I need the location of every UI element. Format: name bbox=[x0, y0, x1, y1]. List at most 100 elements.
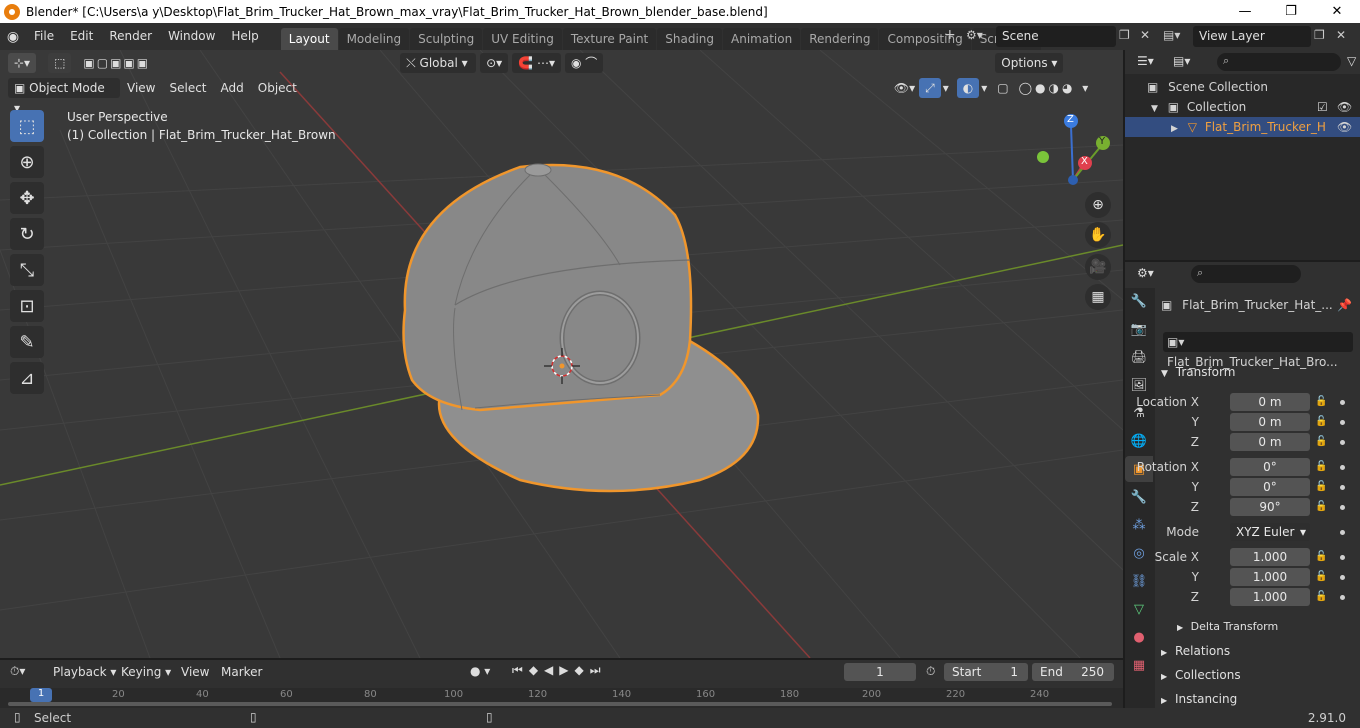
scale-z-field[interactable]: 1.000 bbox=[1230, 588, 1310, 606]
object-mode-select[interactable]: ▣ Object Mode ▾ bbox=[8, 78, 120, 115]
selection-mode-icons[interactable]: ▣▢▣▣▣ bbox=[83, 56, 150, 70]
tab-modeling[interactable]: Modeling bbox=[338, 28, 410, 50]
select-box-tool-icon[interactable]: ⬚ bbox=[48, 53, 72, 73]
outliner-item-collection[interactable]: ▼ ▣ Collection ☑ 👁 bbox=[1125, 97, 1360, 117]
tab-sculpting[interactable]: Sculpting bbox=[410, 28, 483, 50]
keyframe-dot[interactable] bbox=[1340, 530, 1345, 535]
data-block-field[interactable]: ▣▾ Flat_Brim_Trucker_Hat_Bro... bbox=[1163, 332, 1353, 369]
outliner-item-scene-collection[interactable]: ▣ Scene Collection bbox=[1125, 77, 1360, 97]
camera-icon[interactable]: 🎥 bbox=[1085, 254, 1111, 280]
lock-icon[interactable]: 🔓 bbox=[1315, 481, 1327, 493]
minimize-button[interactable]: — bbox=[1222, 0, 1268, 23]
scale-x-field[interactable]: 1.000 bbox=[1230, 548, 1310, 566]
timeline-menu-marker[interactable]: Marker bbox=[214, 662, 269, 682]
tab-texture-paint[interactable]: Texture Paint bbox=[562, 28, 657, 50]
location-x-field[interactable]: 0 m bbox=[1230, 393, 1310, 411]
pan-hand-icon[interactable]: ✋ bbox=[1085, 222, 1111, 248]
keyframe-dot[interactable] bbox=[1340, 485, 1345, 490]
keyframe-dot[interactable] bbox=[1340, 505, 1345, 510]
material-properties-icon[interactable]: ● bbox=[1125, 624, 1153, 650]
texture-properties-icon[interactable]: ▦ bbox=[1125, 652, 1153, 678]
timeline-menu-view[interactable]: View bbox=[174, 662, 216, 682]
outliner-item-hat[interactable]: ▶ ▽ Flat_Brim_Trucker_H 👁 bbox=[1125, 117, 1360, 137]
keyframe-dot[interactable] bbox=[1340, 420, 1345, 425]
expand-arrow-icon[interactable]: ▶ bbox=[1171, 124, 1178, 134]
menu-edit[interactable]: Edit bbox=[62, 23, 101, 50]
xray-toggle-icon[interactable]: ▢ bbox=[997, 81, 1008, 95]
cursor-select-icon[interactable]: ⬚ bbox=[10, 110, 44, 142]
add-workspace-button[interactable]: + bbox=[944, 27, 956, 43]
menu-render[interactable]: Render bbox=[101, 23, 160, 50]
options-dropdown[interactable]: Options ▾ bbox=[995, 53, 1064, 73]
play-icon[interactable]: ▶ bbox=[559, 663, 574, 677]
tab-shading[interactable]: Shading bbox=[657, 28, 722, 50]
next-keyframe-icon[interactable]: ◆ bbox=[575, 663, 590, 677]
snap-toggle[interactable]: 🧲 ⋯▾ bbox=[512, 53, 561, 73]
tab-uv-editing[interactable]: UV Editing bbox=[483, 28, 562, 50]
delete-view-layer-icon[interactable]: ✕ bbox=[1336, 28, 1346, 42]
outliner-search-input[interactable]: ⌕ bbox=[1217, 53, 1341, 71]
pin-icon[interactable]: 📌 bbox=[1337, 298, 1352, 312]
tab-layout[interactable]: Layout bbox=[280, 28, 338, 50]
view-layer-field[interactable]: View Layer bbox=[1193, 26, 1311, 47]
scene-name-field[interactable]: Scene bbox=[996, 26, 1116, 47]
measure-icon[interactable]: ⊿ bbox=[10, 362, 44, 394]
visibility-eye-icon[interactable]: 👁 bbox=[1337, 97, 1352, 117]
record-icon[interactable]: ● ▾ bbox=[470, 664, 490, 678]
zoom-icon[interactable]: ⊕ bbox=[1085, 192, 1111, 218]
properties-editor-type-icon[interactable]: ⚙▾ bbox=[1137, 266, 1154, 280]
lock-icon[interactable]: 🔓 bbox=[1315, 396, 1327, 408]
filter-icon[interactable]: ▽ bbox=[1347, 54, 1356, 68]
menu-window[interactable]: Window bbox=[160, 23, 223, 50]
menu-help[interactable]: Help bbox=[223, 23, 266, 50]
tab-rendering[interactable]: Rendering bbox=[801, 28, 879, 50]
scale-icon[interactable]: ⤡ bbox=[10, 254, 44, 286]
viewport-menu-select[interactable]: Select bbox=[162, 78, 213, 98]
pivot-point-select[interactable]: ⊙▾ bbox=[480, 53, 509, 73]
rotation-x-field[interactable]: 0° bbox=[1230, 458, 1310, 476]
gizmo-dropdown-icon[interactable]: ▾ bbox=[943, 81, 949, 95]
display-mode-icon[interactable]: ▤▾ bbox=[1173, 54, 1190, 68]
view-layer-icon[interactable]: ▤▾ bbox=[1163, 28, 1180, 42]
start-frame-field[interactable]: Start 1 bbox=[944, 663, 1028, 681]
overlay-toggle-icon[interactable]: ◐ bbox=[956, 78, 980, 98]
scene-selector-icon[interactable]: ⚙▾ bbox=[966, 28, 983, 42]
maximize-button[interactable]: ❐ bbox=[1268, 0, 1314, 23]
current-frame-indicator[interactable]: 1 bbox=[30, 688, 52, 702]
outliner-editor-type-icon[interactable]: ☰▾ bbox=[1137, 54, 1154, 68]
viewport-menu-object[interactable]: Object bbox=[251, 78, 304, 98]
new-scene-icon[interactable]: ❐ bbox=[1119, 28, 1130, 42]
lock-icon[interactable]: 🔓 bbox=[1315, 501, 1327, 513]
keyframe-dot[interactable] bbox=[1340, 440, 1345, 445]
keyframe-dot[interactable] bbox=[1340, 555, 1345, 560]
visibility-eye-icon[interactable]: 👁 bbox=[1337, 117, 1352, 137]
visibility-dropdown-icon[interactable]: 👁▾ bbox=[894, 81, 915, 95]
render-properties-icon[interactable]: 📷 bbox=[1125, 316, 1153, 342]
proportional-edit-toggle[interactable]: ◉ ⌒ bbox=[564, 53, 604, 73]
lock-icon[interactable]: 🔓 bbox=[1315, 436, 1327, 448]
tool-properties-icon[interactable]: 🔧 bbox=[1125, 288, 1153, 314]
rotate-icon[interactable]: ↻ bbox=[10, 218, 44, 250]
overlay-dropdown-icon[interactable]: ▾ bbox=[981, 81, 987, 95]
shading-mode-icons[interactable]: ◯●◑◕ ▾ bbox=[1019, 81, 1092, 95]
transform-icon[interactable]: ⊡ bbox=[10, 290, 44, 322]
keyframe-dot[interactable] bbox=[1340, 465, 1345, 470]
gizmo-toggle-icon[interactable]: ⤢ bbox=[919, 78, 941, 98]
location-y-field[interactable]: 0 m bbox=[1230, 413, 1310, 431]
location-z-field[interactable]: 0 m bbox=[1230, 433, 1310, 451]
rotation-y-field[interactable]: 0° bbox=[1230, 478, 1310, 496]
tab-compositing[interactable]: Compositing bbox=[879, 28, 971, 50]
annotate-icon[interactable]: ✎ bbox=[10, 326, 44, 358]
end-frame-field[interactable]: End 250 bbox=[1032, 663, 1114, 681]
lock-icon[interactable]: 🔓 bbox=[1315, 416, 1327, 428]
jump-end-icon[interactable]: ⏭ bbox=[590, 663, 607, 677]
lock-icon[interactable]: 🔓 bbox=[1315, 591, 1327, 603]
transform-panel-header[interactable]: ▼ Transform bbox=[1161, 365, 1235, 379]
delete-scene-icon[interactable]: ✕ bbox=[1140, 28, 1150, 42]
relations-header[interactable]: ▶ Relations bbox=[1161, 644, 1230, 658]
close-button[interactable]: ✕ bbox=[1314, 0, 1360, 23]
play-reverse-icon[interactable]: ◀ bbox=[544, 663, 559, 677]
blender-logo-icon[interactable]: ◉ bbox=[0, 23, 26, 50]
exclude-checkbox[interactable]: ☑ bbox=[1317, 97, 1328, 117]
viewport-menu-add[interactable]: Add bbox=[214, 78, 251, 98]
